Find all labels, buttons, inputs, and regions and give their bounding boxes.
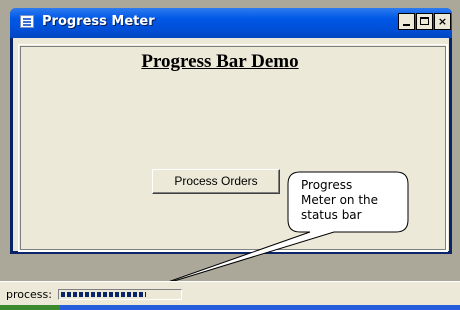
minimize-button[interactable] [398,13,415,30]
window-title: Progress Meter [42,14,155,29]
title-bar[interactable]: Progress Meter × [10,8,452,38]
callout-line: status bar [301,208,362,222]
progress-meter [58,289,182,300]
maximize-button[interactable] [416,13,433,30]
process-orders-button[interactable]: Process Orders [152,169,280,194]
progress-meter-fill [61,292,146,297]
callout-line: Meter on the [301,193,379,207]
page-title: Progress Bar Demo [141,51,299,72]
taskbar-strip [0,305,460,310]
close-button[interactable]: × [434,13,451,30]
form-icon[interactable] [20,15,34,28]
callout-line: Progress [301,178,353,192]
status-label: process: [6,288,52,301]
callout-text: Progress Meter on the status bar [301,178,401,223]
